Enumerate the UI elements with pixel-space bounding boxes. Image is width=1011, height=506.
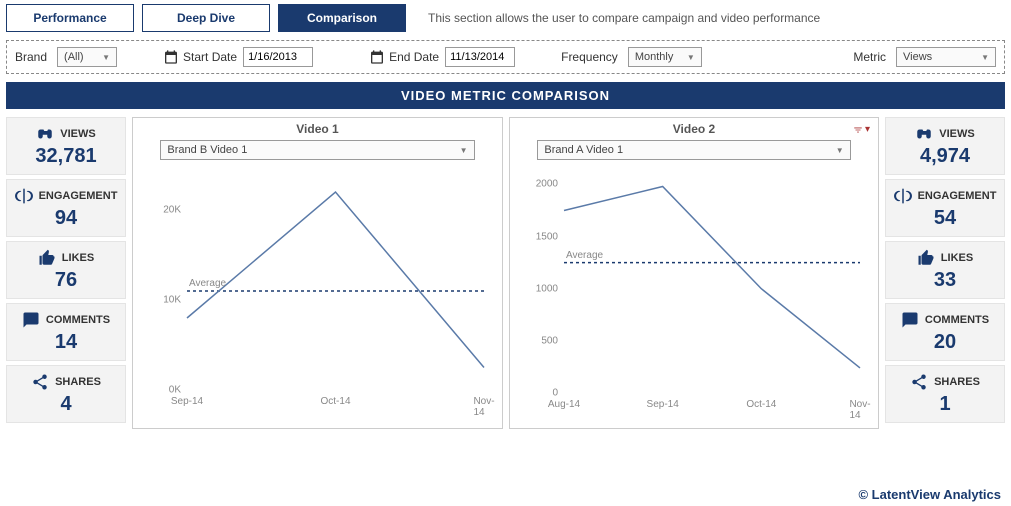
antenna-icon — [894, 187, 912, 205]
metric-card-likes: LIKES 33 — [885, 241, 1005, 299]
caret-icon: ▼ — [981, 53, 989, 62]
y-tick-label: 0K — [169, 385, 181, 396]
video2-dropdown[interactable]: Brand A Video 1 ▼ — [537, 140, 850, 160]
chart-area: 0K 10K 20K Average Sep-14 Oct-14 Nov-14 — [139, 164, 496, 424]
video2-select-value: Brand A Video 1 — [544, 144, 623, 156]
frequency-dropdown[interactable]: Monthly ▼ — [628, 47, 702, 67]
calendar-icon — [369, 49, 385, 65]
section-header: VIDEO METRIC COMPARISON — [6, 82, 1005, 109]
metric-label: VIEWS — [939, 128, 974, 140]
end-date-input[interactable] — [445, 47, 515, 67]
metric-card-engagement: ENGAGEMENT 54 — [885, 179, 1005, 237]
x-tick-label: Nov-14 — [473, 396, 494, 418]
right-metrics-column: VIEWS 4,974 ENGAGEMENT 54 LIKES 33 COMME… — [885, 117, 1005, 429]
frequency-value: Monthly — [635, 51, 674, 63]
calendar-icon — [163, 49, 179, 65]
metric-value: 20 — [934, 331, 956, 354]
metric-value: Views — [903, 51, 932, 63]
tab-performance[interactable]: Performance — [6, 4, 134, 32]
metric-value: 54 — [934, 207, 956, 230]
y-tick-label: 500 — [541, 335, 558, 346]
metric-label: COMMENTS — [46, 314, 110, 326]
metric-card-comments: COMMENTS 20 — [885, 303, 1005, 361]
chart-panel-video2: ▾ Video 2 Brand A Video 1 ▼ 0 500 1000 1500… — [509, 117, 879, 429]
left-metrics-column: VIEWS 32,781 ENGAGEMENT 94 LIKES 76 COMM… — [6, 117, 126, 429]
brand-value: (All) — [64, 51, 84, 63]
metric-label: VIEWS — [60, 128, 95, 140]
chart-title: Video 1 — [296, 122, 338, 136]
x-tick-label: Sep-14 — [647, 399, 679, 410]
metric-label: SHARES — [55, 376, 101, 388]
binoculars-icon — [36, 125, 54, 143]
chart-panel-video1: Video 1 Brand B Video 1 ▼ 0K 10K 20K Averag… — [132, 117, 503, 429]
filter-icon[interactable]: ▾ — [853, 124, 870, 135]
thumbs-up-icon — [917, 249, 935, 267]
metric-card-likes: LIKES 76 — [6, 241, 126, 299]
caret-icon: ▼ — [460, 146, 468, 155]
metric-label: COMMENTS — [925, 314, 989, 326]
metric-card-views: VIEWS 4,974 — [885, 117, 1005, 175]
metric-value: 32,781 — [35, 145, 96, 168]
metric-card-views: VIEWS 32,781 — [6, 117, 126, 175]
share-icon — [31, 373, 49, 391]
metric-card-comments: COMMENTS 14 — [6, 303, 126, 361]
metric-label: LIKES — [62, 252, 94, 264]
x-tick-label: Sep-14 — [171, 396, 203, 407]
y-tick-label: 2000 — [536, 179, 558, 190]
x-tick-label: Oct-14 — [746, 399, 776, 410]
y-tick-label: 20K — [163, 205, 181, 216]
metric-value: 33 — [934, 269, 956, 292]
metric-value: 76 — [55, 269, 77, 292]
start-date-label: Start Date — [183, 50, 237, 64]
thumbs-up-icon — [38, 249, 56, 267]
tab-comparison[interactable]: Comparison — [278, 4, 406, 32]
metric-label: Metric — [853, 50, 886, 64]
metric-label: ENGAGEMENT — [39, 190, 118, 202]
caret-icon: ▼ — [102, 53, 110, 62]
brand-dropdown[interactable]: (All) ▼ — [57, 47, 117, 67]
metric-label: ENGAGEMENT — [918, 190, 997, 202]
tab-deep-dive[interactable]: Deep Dive — [142, 4, 270, 32]
antenna-icon — [15, 187, 33, 205]
metric-value: 4 — [60, 393, 71, 416]
metric-value: 14 — [55, 331, 77, 354]
share-icon — [910, 373, 928, 391]
metric-value: 94 — [55, 207, 77, 230]
average-label: Average — [566, 250, 603, 261]
metric-label: LIKES — [941, 252, 973, 264]
average-label: Average — [189, 278, 226, 289]
metric-value: 4,974 — [920, 145, 970, 168]
binoculars-icon — [915, 125, 933, 143]
chart-title: Video 2 — [673, 122, 715, 136]
filter-bar: Brand (All) ▼ Start Date End Date Freque… — [6, 40, 1005, 74]
caret-icon: ▼ — [687, 53, 695, 62]
start-date-input[interactable] — [243, 47, 313, 67]
x-tick-label: Nov-14 — [849, 399, 870, 421]
footer-credit: © LatentView Analytics — [858, 487, 1001, 502]
y-tick-label: 1000 — [536, 283, 558, 294]
video1-select-value: Brand B Video 1 — [167, 144, 247, 156]
caret-icon: ▼ — [836, 146, 844, 155]
metric-card-shares: SHARES 4 — [6, 365, 126, 423]
metric-card-engagement: ENGAGEMENT 94 — [6, 179, 126, 237]
metric-value: 1 — [939, 393, 950, 416]
frequency-label: Frequency — [561, 50, 618, 64]
metric-dropdown[interactable]: Views ▼ — [896, 47, 996, 67]
caret-icon: ▾ — [865, 124, 870, 135]
end-date-label: End Date — [389, 50, 439, 64]
section-description: This section allows the user to compare … — [428, 11, 820, 25]
x-tick-label: Aug-14 — [548, 399, 580, 410]
y-tick-label: 0 — [552, 388, 558, 399]
comment-icon — [901, 311, 919, 329]
video1-dropdown[interactable]: Brand B Video 1 ▼ — [160, 140, 474, 160]
y-tick-label: 10K — [163, 295, 181, 306]
comment-icon — [22, 311, 40, 329]
brand-label: Brand — [15, 50, 47, 64]
metric-label: SHARES — [934, 376, 980, 388]
x-tick-label: Oct-14 — [320, 396, 350, 407]
y-tick-label: 1500 — [536, 231, 558, 242]
chart-area: 0 500 1000 1500 2000 Average Aug-14 Sep-14 Oct-1… — [516, 164, 872, 424]
metric-card-shares: SHARES 1 — [885, 365, 1005, 423]
